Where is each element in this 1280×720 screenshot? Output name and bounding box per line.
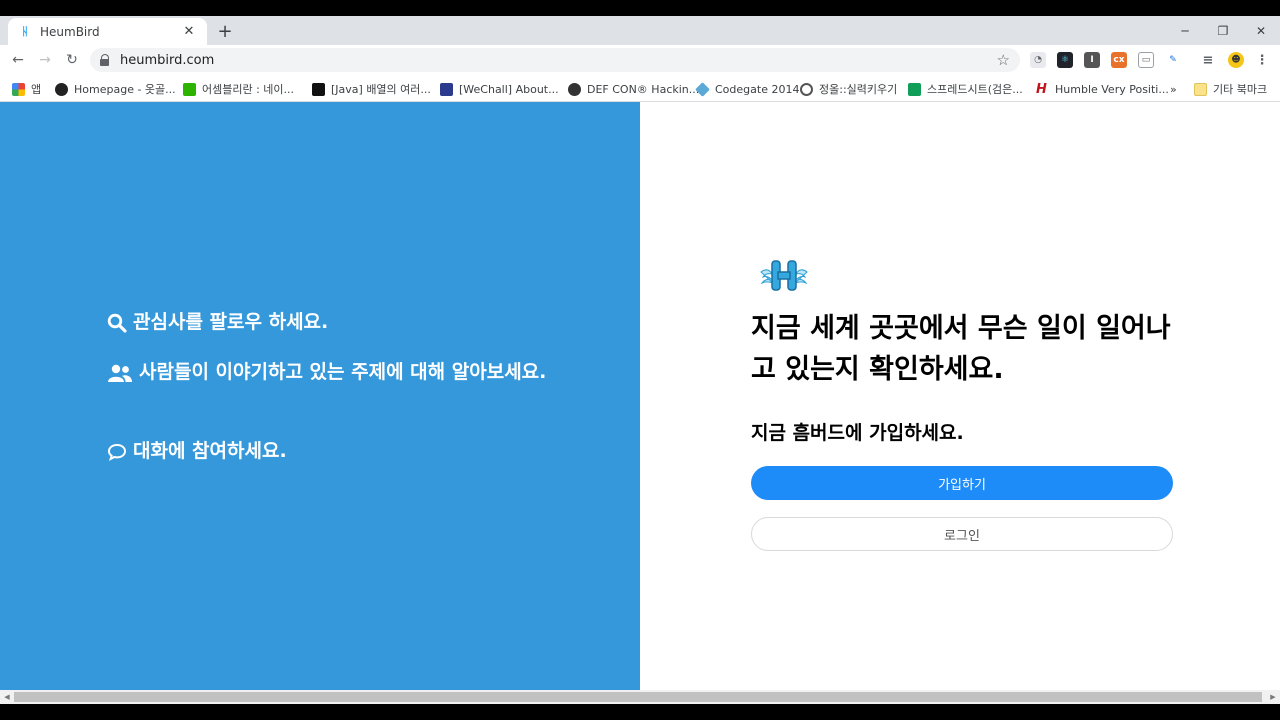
scroll-right-icon[interactable]: ▶ xyxy=(1266,690,1280,704)
bookmark-star-icon[interactable]: ☆ xyxy=(997,51,1010,69)
lock-icon xyxy=(100,54,110,66)
new-tab-icon[interactable]: + xyxy=(215,21,235,42)
page-content: 관심사를 팔로우 하세요. 사람들이 이야기하고 있는 주제에 대해 알아보세요… xyxy=(0,102,1280,690)
apps-grid-icon xyxy=(12,82,25,96)
close-tab-icon[interactable]: ✕ xyxy=(181,24,197,40)
defcon-icon xyxy=(568,82,581,96)
profile-avatar-icon[interactable]: ☻ xyxy=(1228,52,1244,68)
comment-icon xyxy=(107,443,127,461)
login-button[interactable]: 로그인 xyxy=(751,517,1173,551)
tab-heumbird[interactable]: ᚺ HeumBird ✕ xyxy=(8,18,207,45)
horizontal-scrollbar[interactable]: ◀ ▶ xyxy=(0,690,1280,704)
bookmark-wechall[interactable]: [WeChall] About... xyxy=(440,80,559,98)
bookmark-java[interactable]: [Java] 배열의 여러... xyxy=(312,80,431,98)
browser-window: ᚺ HeumBird ✕ + ─ ❐ ✕ ← → ↻ heumbird.com … xyxy=(0,16,1280,704)
sheets-icon xyxy=(908,82,921,96)
bookmark-label: 앱 xyxy=(31,83,42,96)
overflow-chevron-icon: » xyxy=(1170,82,1177,96)
feature-text: 대화에 참여하세요. xyxy=(133,440,287,462)
bookmark-homepage[interactable]: Homepage - 옷골... xyxy=(55,80,176,98)
bookmark-jungol[interactable]: 정올::실력키우기 xyxy=(800,80,897,98)
bookmark-label: [Java] 배열의 여러... xyxy=(331,83,431,96)
bookmark-other-folder[interactable]: 기타 북마크 xyxy=(1194,80,1267,98)
extension-i-icon[interactable]: I xyxy=(1084,52,1100,68)
search-icon xyxy=(107,313,127,333)
signup-subheading: 지금 흠버드에 가입하세요. xyxy=(751,422,964,444)
back-icon[interactable]: ← xyxy=(8,50,28,70)
bookmark-label: 정올::실력키우기 xyxy=(819,83,898,96)
factory-icon xyxy=(312,82,325,96)
forward-icon[interactable]: → xyxy=(35,50,55,70)
address-bar[interactable]: heumbird.com ☆ xyxy=(90,48,1020,72)
feature-follow: 관심사를 팔로우 하세요. xyxy=(107,307,547,337)
browser-menu-icon[interactable]: ⋮ xyxy=(1254,52,1270,68)
extension-pen-icon[interactable]: ✎ xyxy=(1165,52,1181,68)
restore-icon[interactable]: ❐ xyxy=(1204,16,1242,45)
left-panel: 관심사를 팔로우 하세요. 사람들이 이야기하고 있는 주제에 대해 알아보세요… xyxy=(0,102,640,690)
heumbird-logo-icon xyxy=(760,260,808,291)
feature-text: 사람들이 이야기하고 있는 주제에 대해 알아보세요. xyxy=(139,361,547,383)
bookmark-humble[interactable]: H Humble Very Positi... xyxy=(1036,80,1169,98)
github-icon xyxy=(55,82,68,96)
naver-blog-icon xyxy=(183,82,196,96)
heumbird-favicon-icon: ᚺ xyxy=(21,25,29,38)
bookmark-label: [WeChall] About... xyxy=(459,82,559,96)
feature-conversation: 대화에 참여하세요. xyxy=(107,436,547,466)
scroll-left-icon[interactable]: ◀ xyxy=(0,690,14,704)
bookmark-label: 기타 북마크 xyxy=(1213,83,1268,96)
tab-strip: ᚺ HeumBird ✕ + ─ ❐ ✕ xyxy=(0,16,1280,45)
bookmark-defcon[interactable]: DEF CON® Hackin... xyxy=(568,80,699,98)
media-control-icon[interactable]: ≡ xyxy=(1200,52,1216,68)
right-panel: 지금 세계 곳곳에서 무슨 일이 일어나고 있는지 확인하세요. 지금 흠버드에… xyxy=(640,102,1280,690)
globe-icon xyxy=(800,82,813,96)
bookmarks-overflow-button[interactable]: » xyxy=(1170,80,1177,98)
signup-button[interactable]: 가입하기 xyxy=(751,466,1173,500)
bookmark-label: 어셈블리란 : 네이... xyxy=(202,83,295,96)
users-icon xyxy=(108,364,132,382)
bookmark-codegate[interactable]: Codegate 2014 xyxy=(695,80,800,98)
bookmark-spreadsheet[interactable]: 스프레드시트(검은... xyxy=(908,80,1023,98)
bookmark-label: DEF CON® Hackin... xyxy=(587,82,700,96)
scrollbar-thumb[interactable] xyxy=(14,692,1262,702)
extension-cast-icon[interactable]: ▭ xyxy=(1138,52,1154,68)
codegate-icon xyxy=(695,81,710,97)
humble-h-icon: H xyxy=(1036,82,1049,96)
bookmark-label: 스프레드시트(검은... xyxy=(927,83,1023,96)
browser-toolbar: ← → ↻ heumbird.com ☆ ◔ ⚛ I cx ▭ ✎ ≡ ☻ ⋮ xyxy=(0,45,1280,75)
feature-topics: 사람들이 이야기하고 있는 주제에 대해 알아보세요. xyxy=(107,357,547,387)
bookmark-label: Homepage - 옷골... xyxy=(74,83,176,96)
folder-icon xyxy=(1194,82,1207,96)
extension-cx-icon[interactable]: cx xyxy=(1111,52,1127,68)
window-close-icon[interactable]: ✕ xyxy=(1242,16,1280,45)
bookmark-assembly[interactable]: 어셈블리란 : 네이... xyxy=(183,80,294,98)
feature-text: 관심사를 팔로우 하세요. xyxy=(133,311,329,333)
reload-icon[interactable]: ↻ xyxy=(62,50,82,70)
react-devtools-icon[interactable]: ⚛ xyxy=(1057,52,1073,68)
url-text: heumbird.com xyxy=(120,52,215,68)
bookmark-label: Humble Very Positi... xyxy=(1055,82,1169,96)
tab-title: HeumBird xyxy=(40,24,100,39)
bookmark-apps[interactable]: 앱 xyxy=(12,80,41,98)
extension-dog-icon[interactable]: ◔ xyxy=(1030,52,1046,68)
bookmark-label: Codegate 2014 xyxy=(715,82,800,96)
minimize-icon[interactable]: ─ xyxy=(1166,16,1204,45)
bookmarks-bar: 앱 Homepage - 옷골... 어셈블리란 : 네이... [Java] … xyxy=(0,75,1280,102)
wechall-icon xyxy=(440,82,453,96)
page-headline: 지금 세계 곳곳에서 무슨 일이 일어나고 있는지 확인하세요. xyxy=(751,313,1171,385)
